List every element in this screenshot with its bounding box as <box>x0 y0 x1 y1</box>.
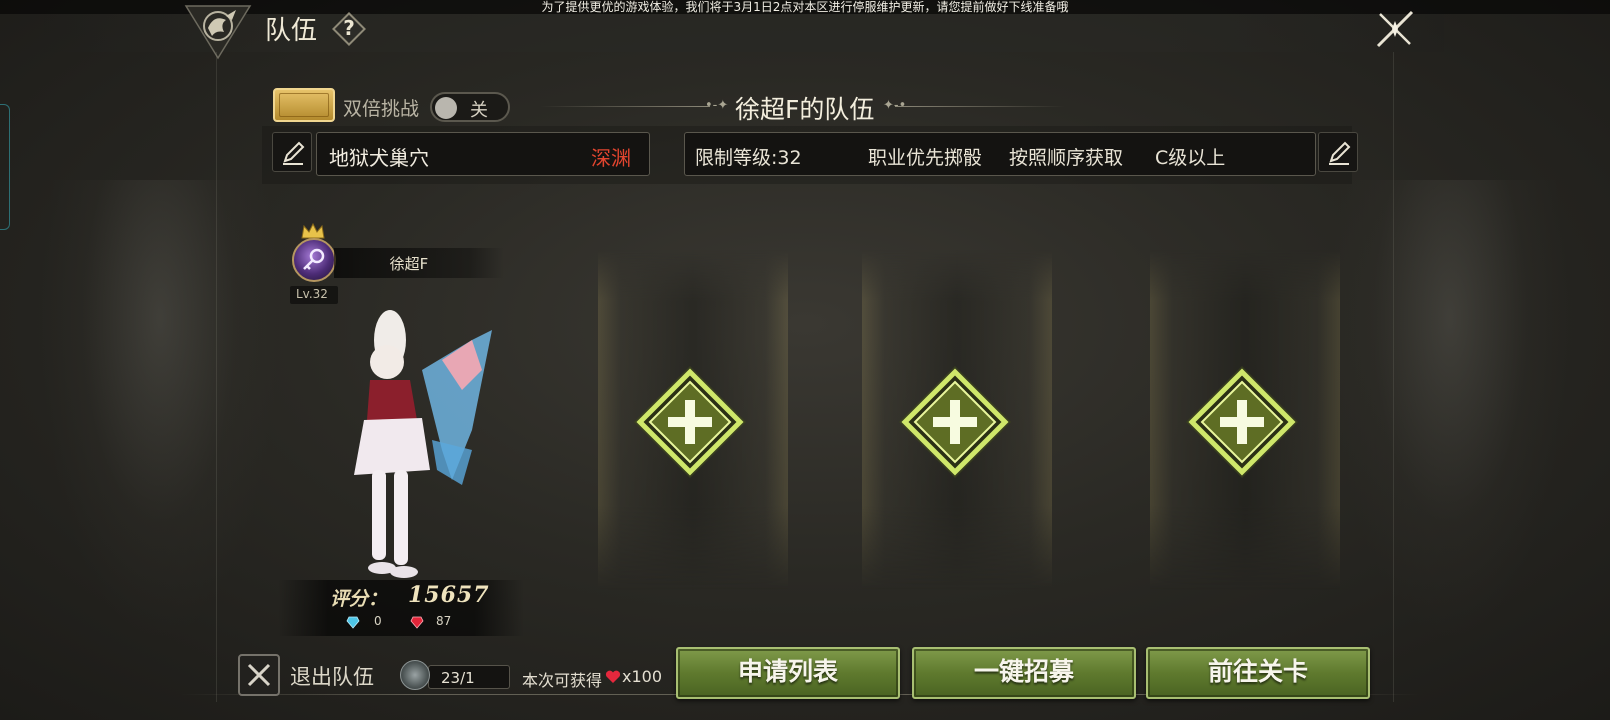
reward-label: 本次可获得 <box>522 671 603 690</box>
double-challenge-toggle[interactable]: 关 <box>430 92 510 122</box>
rule-level-limit: 限制等级:32 <box>695 147 802 169</box>
score-value: 15657 <box>408 582 490 608</box>
page-title: 队伍 <box>265 16 318 46</box>
rule-grade: C级以上 <box>1155 147 1226 169</box>
team-title: 徐超F的队伍 <box>735 95 875 124</box>
difficulty-label: 深渊 <box>591 146 631 170</box>
score-plate: 评分： 15657 0 87 <box>278 580 524 636</box>
double-challenge-label: 双倍挑战 <box>343 98 420 120</box>
dungeon-name: 地狱犬巢穴 <box>329 146 429 170</box>
add-member-button[interactable] <box>1182 362 1302 482</box>
rule-loot-order: 按照顺序获取 <box>1009 147 1124 169</box>
edit-rules-button[interactable] <box>1318 132 1358 172</box>
blue-gem-icon <box>346 616 360 629</box>
application-list-button[interactable]: 申请列表 <box>676 647 900 699</box>
pencil-icon <box>283 141 305 165</box>
member-level: Lv.32 <box>296 287 328 301</box>
top-header <box>44 14 1444 52</box>
red-gem-count: 87 <box>436 614 452 628</box>
close-icon <box>247 663 271 687</box>
swirl-ticket-icon <box>400 660 430 690</box>
character-model[interactable] <box>322 300 522 590</box>
help-button[interactable]: ? <box>332 12 366 46</box>
toggle-knob <box>435 97 457 119</box>
ticket-inner-frame <box>279 93 329 117</box>
go-to-stage-button[interactable]: 前往关卡 <box>1146 647 1370 699</box>
heart-icon <box>605 670 621 683</box>
title-divider-right <box>895 106 1065 107</box>
toggle-state-label: 关 <box>470 100 488 121</box>
add-member-button[interactable] <box>895 362 1015 482</box>
ticket-count-box: 23/1 <box>428 665 510 689</box>
class-icon <box>292 238 336 282</box>
rule-loot-priority: 职业优先掷骰 <box>868 147 983 169</box>
member-name-plate: 徐超F <box>334 248 504 278</box>
member-name: 徐超F <box>389 255 429 273</box>
score-label: 评分： <box>330 588 388 610</box>
key-icon <box>303 248 325 270</box>
double-ticket-icon <box>273 88 335 122</box>
leave-team-button[interactable] <box>238 654 280 696</box>
title-divider-left <box>540 106 710 107</box>
red-gem-icon <box>410 616 424 629</box>
close-icon[interactable] <box>1374 8 1416 50</box>
one-click-recruit-button[interactable]: 一键招募 <box>912 647 1136 699</box>
sparkle-icon: •-✦ <box>705 98 729 113</box>
add-member-button[interactable] <box>630 362 750 482</box>
dungeon-field[interactable]: 地狱犬巢穴 深渊 <box>316 132 650 176</box>
leave-team-label[interactable]: 退出队伍 <box>290 661 374 691</box>
blue-gem-count: 0 <box>374 614 382 628</box>
ticket-count: 23/1 <box>441 669 475 687</box>
left-edge-decoration <box>0 104 10 230</box>
team-rules-field[interactable]: 限制等级:32 职业优先掷骰 按照顺序获取 C级以上 <box>684 132 1316 176</box>
question-icon: ? <box>343 16 355 40</box>
pencil-icon <box>1329 141 1351 165</box>
reward-amount: x100 <box>622 667 663 686</box>
edit-dungeon-button[interactable] <box>272 132 312 172</box>
